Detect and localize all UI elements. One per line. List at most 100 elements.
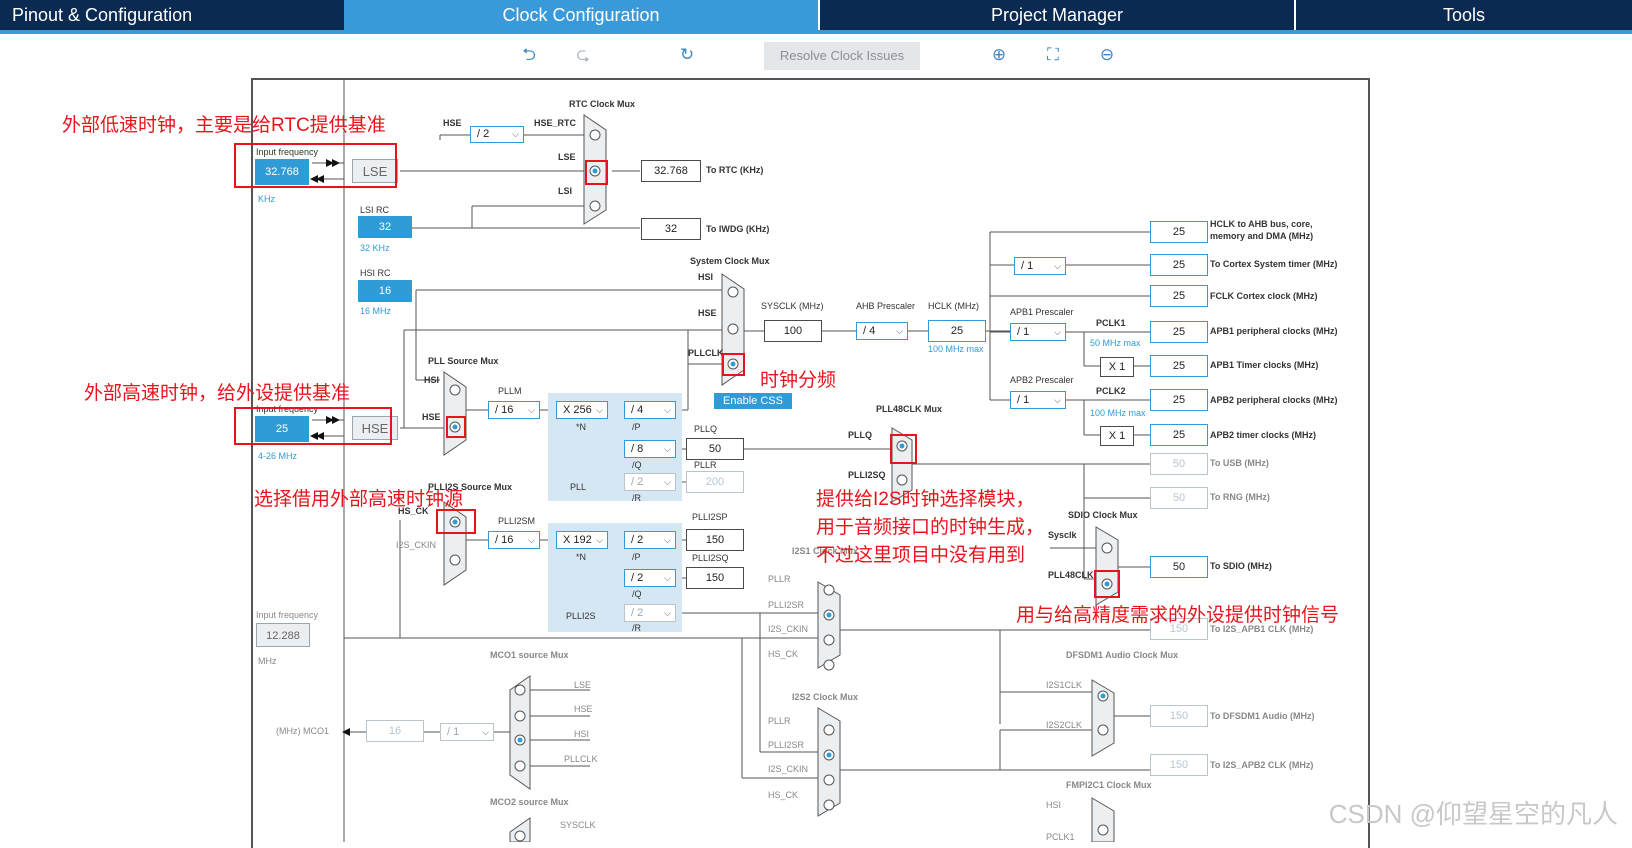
chevron-down-icon: ⌵ xyxy=(1054,327,1061,337)
pll-hse-highlight-box xyxy=(446,416,466,438)
enable-css-button[interactable]: Enable CSS xyxy=(714,393,792,409)
mco1-pllclk-label: PLLCLK xyxy=(564,754,598,764)
hclk-value[interactable]: 25 xyxy=(928,320,986,342)
pll-source-mux xyxy=(443,371,467,456)
plli2sp-out-label: PLLI2SP xyxy=(692,512,728,522)
dfsdm-i2s2clk-label: I2S2CLK xyxy=(1046,720,1083,730)
lse-highlight-box xyxy=(234,143,397,188)
annotation-i2s-3: 不过这里项目中没有用到 xyxy=(816,545,1026,566)
cortex-timer-divider-select[interactable]: / 1 ⌵ xyxy=(1014,257,1066,275)
fmpi2c-hsi-label: HSI xyxy=(1046,800,1062,810)
pllq-highlight-box xyxy=(890,434,917,464)
pll-source-mux-title: PLL Source Mux xyxy=(428,356,499,366)
rtc-hse-rtc-label: HSE_RTC xyxy=(534,118,577,128)
sdio-label: To SDIO (MHz) xyxy=(1210,561,1272,571)
pllp-select[interactable]: / 4 ⌵ xyxy=(624,401,676,419)
annotation-hse: 外部高速时钟，给外设提供基准 xyxy=(84,383,351,404)
lsi-unit: 32 KHz xyxy=(360,243,390,253)
chevron-down-icon: ⌵ xyxy=(664,444,671,454)
hsi-rc-value: 16 xyxy=(358,280,412,302)
i2s2-plli2sr-label: PLLI2SR xyxy=(768,740,805,750)
mco1-hsi-label: HSI xyxy=(574,729,590,739)
chevron-down-icon: ⌵ xyxy=(596,535,603,545)
pllq-select[interactable]: / 8 ⌵ xyxy=(624,440,676,458)
mco1-divider-select[interactable]: / 1 ⌵ xyxy=(440,723,494,741)
apb2-prescaler-select[interactable]: / 1 ⌵ xyxy=(1010,391,1066,409)
rtc-mux-title: RTC Clock Mux xyxy=(569,99,636,109)
to-rtc-value: 32.768 xyxy=(641,160,701,182)
plli2sr-select[interactable]: / 2 ⌵ xyxy=(624,604,676,622)
fmpi2c-pclk1-label: PCLK1 xyxy=(1046,832,1075,842)
pllm-select[interactable]: / 16 ⌵ xyxy=(488,401,540,419)
rtc-lse-label: LSE xyxy=(558,152,576,162)
apb1-timer-multiplier: X 1 xyxy=(1100,357,1134,377)
hclk-max: 100 MHz max xyxy=(928,344,984,354)
dfsdm-mux-title: DFSDM1 Audio Clock Mux xyxy=(1066,650,1179,660)
usb-label: To USB (MHz) xyxy=(1210,458,1269,468)
i2s1-hs-ck-label: HS_CK xyxy=(768,649,799,659)
pllr-out-value: 200 xyxy=(686,471,744,493)
chevron-down-icon: ⌵ xyxy=(664,405,671,415)
pll48-plli2sq-label: PLLI2SQ xyxy=(848,470,886,480)
apb2-peripheral-value: 25 xyxy=(1150,389,1208,411)
plli2sp-out-value: 150 xyxy=(686,529,744,551)
sdio-value: 50 xyxy=(1150,556,1208,578)
sdio-pll48clk-label: PLL48CLK xyxy=(1048,570,1094,580)
chevron-down-icon: ⌵ xyxy=(528,405,535,415)
plli2sm-label: PLLI2SM xyxy=(498,516,536,526)
pllsrc-hse-label: HSE xyxy=(422,412,441,422)
sdio-mux-title: SDIO Clock Mux xyxy=(1068,510,1138,520)
pllq-out-value: 50 xyxy=(686,438,744,460)
apb1-prescaler-select[interactable]: / 1 ⌵ xyxy=(1010,323,1066,341)
hclk-ahb-label-2: memory and DMA (MHz) xyxy=(1210,231,1314,241)
pllr-select[interactable]: / 2 ⌵ xyxy=(624,473,676,491)
i2s-ckin-input-value[interactable]: 12.288 xyxy=(256,623,310,647)
rtc-lse-highlight-box xyxy=(585,160,608,185)
apb1-prescaler-label: APB1 Prescaler xyxy=(1010,307,1074,317)
plli2sn-select[interactable]: X 192 ⌵ xyxy=(556,531,608,549)
to-iwdg-label: To IWDG (KHz) xyxy=(706,224,770,234)
pll48clk-highlight-box xyxy=(1094,570,1120,598)
hclk-label: HCLK (MHz) xyxy=(928,301,979,311)
sysclk-value[interactable]: 100 xyxy=(764,320,822,342)
plli2sq-out-value: 150 xyxy=(686,567,744,589)
i2s2-i2s-ckin-label: I2S_CKIN xyxy=(768,764,809,774)
pll48clk-mux-title: PLL48CLK Mux xyxy=(876,404,943,414)
fclk-label: FCLK Cortex clock (MHz) xyxy=(1210,291,1318,301)
i2s-ckin-unit: MHz xyxy=(258,656,277,666)
plln-label: *N xyxy=(576,422,587,432)
mco2-mux-title: MCO2 source Mux xyxy=(490,797,569,807)
apb1-peripheral-value: 25 xyxy=(1150,321,1208,343)
annotation-lse: 外部低速时钟，主要是给RTC提供基准 xyxy=(62,115,386,136)
hclk-ahb-value: 25 xyxy=(1150,221,1208,243)
apb1-timer-label: APB1 Timer clocks (MHz) xyxy=(1210,360,1319,370)
lsi-rc-label: LSI RC xyxy=(360,205,390,215)
apb2-timer-value: 25 xyxy=(1150,424,1208,446)
ahb-prescaler-select[interactable]: / 4 ⌵ xyxy=(856,322,908,340)
i2s2-pllr-label: PLLR xyxy=(768,716,791,726)
mco1-value: 16 xyxy=(366,720,424,742)
plli2sq-select[interactable]: / 2 ⌵ xyxy=(624,569,676,587)
rtc-hse-divider-select[interactable]: / 2 ⌵ xyxy=(470,126,524,143)
pclk2-max: 100 MHz max xyxy=(1090,408,1146,418)
chevron-down-icon: ⌵ xyxy=(512,129,519,139)
mco1-lse-label: LSE xyxy=(574,680,592,690)
plli2sp-select[interactable]: / 2 ⌵ xyxy=(624,531,676,549)
plli2sm-select[interactable]: / 16 ⌵ xyxy=(488,531,540,549)
apb2-timer-label: APB2 timer clocks (MHz) xyxy=(1210,430,1317,440)
i2s-apb2-label: To I2S_APB2 CLK (MHz) xyxy=(1210,760,1314,770)
pclk2-label: PCLK2 xyxy=(1096,386,1126,396)
pllp-label: /P xyxy=(632,422,641,432)
rtc-hse-label: HSE xyxy=(443,118,462,128)
plln-select[interactable]: X 256 ⌵ xyxy=(556,401,608,419)
pllr-div-label: /R xyxy=(632,493,641,503)
sysmux-hse-label: HSE xyxy=(698,308,717,318)
chevron-down-icon: ⌵ xyxy=(664,477,671,487)
apb1-peripheral-label: APB1 peripheral clocks (MHz) xyxy=(1210,326,1338,336)
pllm-label: PLLM xyxy=(498,386,522,396)
sysclk-label: SYSCLK (MHz) xyxy=(761,301,824,311)
pclk1-max: 50 MHz max xyxy=(1090,338,1141,348)
ahb-prescaler-label: AHB Prescaler xyxy=(856,301,916,311)
plli2sq-out-label: PLLI2SQ xyxy=(692,553,729,563)
apb2-timer-multiplier: X 1 xyxy=(1100,426,1134,446)
